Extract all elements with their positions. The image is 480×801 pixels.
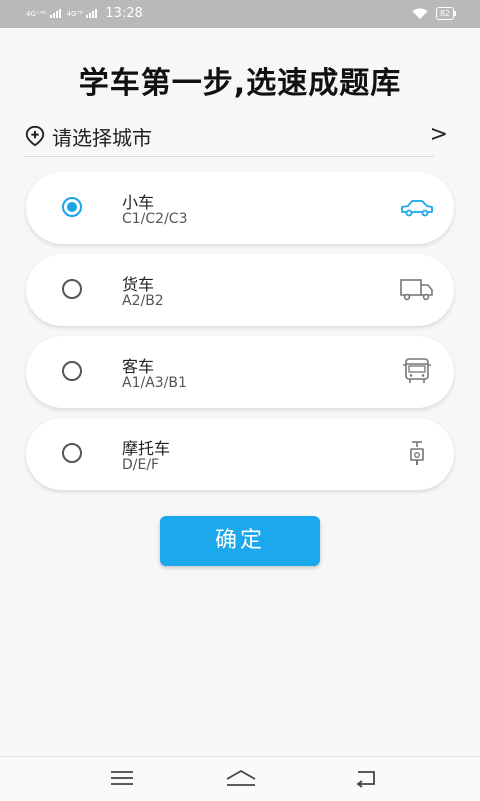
radio-button[interactable] xyxy=(62,279,82,299)
signal-label-1: 4G⁺ᴴᴰ xyxy=(26,10,47,18)
menu-icon[interactable] xyxy=(108,767,136,789)
status-bar: 4G⁺ᴴᴰ 4Gᴴᴰ 13:28 82 xyxy=(0,0,480,28)
back-icon[interactable] xyxy=(352,767,380,789)
scooter-icon xyxy=(410,441,424,465)
vehicle-licenses: C1/C2/C3 xyxy=(122,211,188,227)
city-selector-label: 请选择城市 xyxy=(52,125,152,150)
vehicle-name: 客车 xyxy=(122,357,155,376)
city-selector[interactable]: 请选择城市 > xyxy=(24,116,448,157)
wifi-icon xyxy=(412,7,428,19)
vehicle-licenses: A1/A3/B1 xyxy=(122,375,187,391)
bus-icon xyxy=(403,358,431,383)
signal-label-2: 4Gᴴᴰ xyxy=(66,10,84,18)
confirm-button[interactable]: 确定 xyxy=(160,516,320,566)
system-nav-bar xyxy=(0,756,480,801)
battery-icon: 82 xyxy=(435,7,457,20)
chevron-right-icon: > xyxy=(429,122,448,147)
radio-button-selected[interactable] xyxy=(62,197,82,217)
car-icon xyxy=(401,200,433,217)
signal-icon: 4Gᴴᴰ xyxy=(67,9,98,18)
radio-button[interactable] xyxy=(62,361,82,381)
location-add-icon xyxy=(25,125,45,147)
vehicle-name: 摩托车 xyxy=(122,439,171,458)
status-time: 13:28 xyxy=(105,6,143,21)
truck-icon xyxy=(400,279,433,301)
vehicle-name: 小车 xyxy=(122,193,155,212)
page-title: 学车第一步,选速成题库 xyxy=(78,66,402,101)
vehicle-option-car[interactable]: 小车 C1/C2/C3 xyxy=(26,172,454,244)
vehicle-option-motorcycle[interactable]: 摩托车 D/E/F xyxy=(26,418,454,490)
vehicle-licenses: A2/B2 xyxy=(122,293,164,309)
vehicle-licenses: D/E/F xyxy=(122,457,160,473)
vehicle-option-truck[interactable]: 货车 A2/B2 xyxy=(26,254,454,326)
home-icon[interactable] xyxy=(224,767,258,789)
vehicle-name: 货车 xyxy=(122,275,155,294)
signal-icon: 4G⁺ᴴᴰ xyxy=(26,9,61,18)
vehicle-option-bus[interactable]: 客车 A1/A3/B1 xyxy=(26,336,454,408)
radio-button[interactable] xyxy=(62,443,82,463)
